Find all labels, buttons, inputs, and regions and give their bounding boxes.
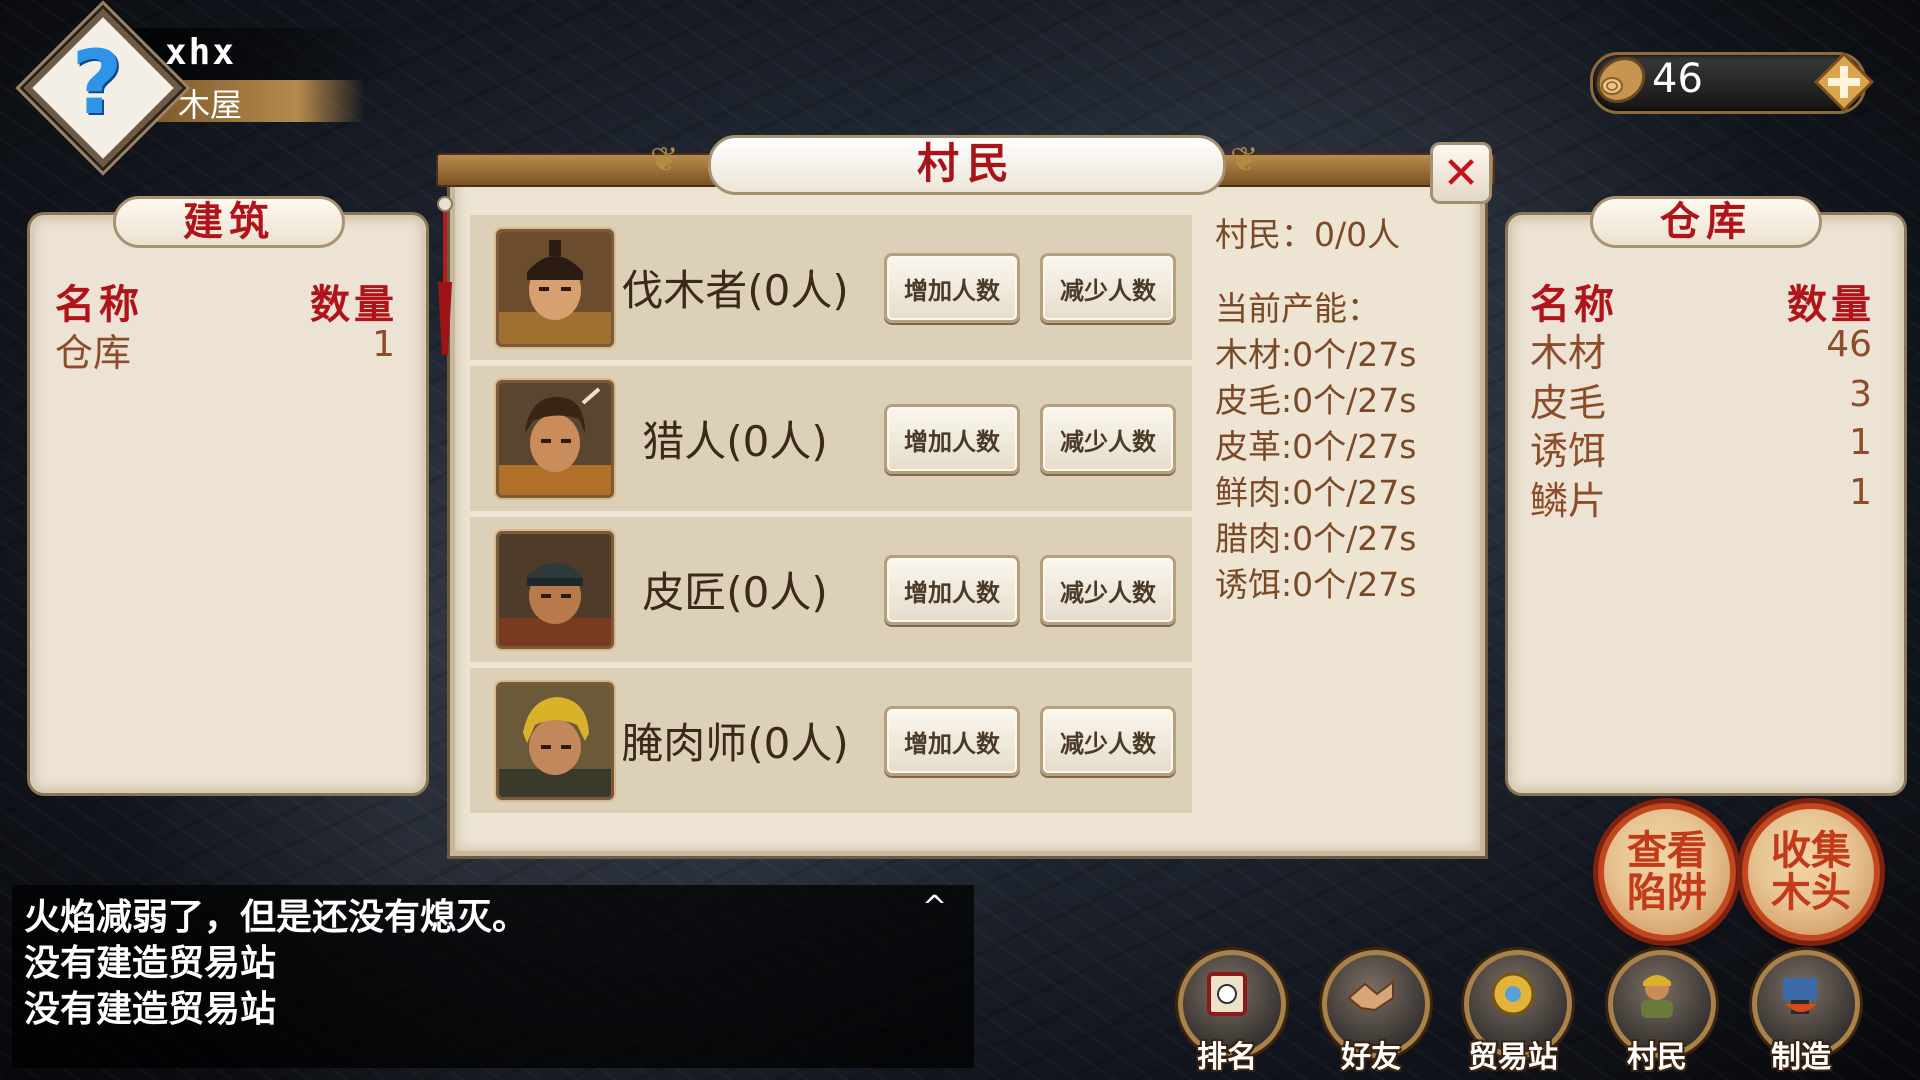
- villager-label: 猎人(0人): [642, 417, 828, 466]
- ranking-scroll-icon: [1178, 950, 1276, 1038]
- tassel-ornament: [436, 190, 454, 360]
- capacity-line: 诱饵:0个/27s: [1215, 565, 1417, 604]
- wood-count: 46: [1652, 56, 1703, 102]
- add-villager-button[interactable]: 增加人数: [884, 253, 1020, 323]
- title-swirl-left-icon: ❦: [650, 140, 679, 180]
- anvil-icon: [1752, 950, 1850, 1038]
- add-villager-button[interactable]: 增加人数: [884, 555, 1020, 625]
- butcher-portrait-icon: [496, 682, 614, 800]
- close-button[interactable]: ✕: [1430, 142, 1492, 204]
- dialog-title-plate: 村民: [708, 135, 1226, 195]
- remove-villager-button[interactable]: 减少人数: [1040, 555, 1176, 625]
- villager-summary: 村民：0/0人: [1215, 215, 1401, 254]
- storage-item-name: 皮毛: [1530, 381, 1607, 425]
- trade-coin-icon: [1464, 950, 1562, 1038]
- storage-item-qty: 1: [1849, 472, 1872, 513]
- production-info: 村民：0/0人 当前产能： 木材:0个/27s 皮毛:0个/27s 皮革:0个/…: [1215, 212, 1475, 608]
- player-name: xhx: [165, 32, 237, 73]
- storage-panel-title: 仓库: [1590, 196, 1822, 248]
- menu-villagers[interactable]: 村民: [1602, 950, 1716, 1075]
- storage-item-name: 鳞片: [1530, 479, 1607, 523]
- hunter-portrait-icon: [496, 380, 614, 498]
- villager-label: 腌肉师(0人): [621, 719, 849, 768]
- log-line: 没有建造贸易站: [24, 943, 277, 984]
- dialog-title: 村民: [916, 139, 1017, 188]
- log-line: 没有建造贸易站: [24, 989, 277, 1030]
- building-item-name: 仓库: [55, 331, 132, 375]
- remove-villager-button[interactable]: 减少人数: [1040, 253, 1176, 323]
- question-mark-icon: ?: [71, 30, 123, 134]
- collect-wood-button[interactable]: 收集 木头: [1742, 803, 1880, 941]
- storage-item-name: 诱饵: [1530, 429, 1607, 473]
- log-expand-toggle[interactable]: ^: [922, 890, 947, 925]
- storage-item-qty: 3: [1849, 374, 1872, 415]
- storage-item-name: 木材: [1530, 331, 1607, 375]
- plus-icon[interactable]: [1813, 51, 1875, 113]
- storage-item-qty: 1: [1849, 422, 1872, 463]
- storage-item-qty: 46: [1826, 324, 1872, 365]
- villager-label: 伐木者(0人): [621, 266, 849, 315]
- capacity-line: 腊肉:0个/27s: [1215, 519, 1417, 558]
- tanner-portrait-icon: [496, 531, 614, 649]
- capacity-line: 木材:0个/27s: [1215, 335, 1417, 374]
- menu-label: 排名: [1197, 1040, 1257, 1075]
- menu-trading-post[interactable]: 贸易站: [1458, 950, 1572, 1075]
- villager-icon: [1608, 950, 1706, 1038]
- current-building-label: 木屋: [178, 86, 243, 124]
- handshake-icon: [1322, 950, 1420, 1038]
- capacity-title: 当前产能：: [1215, 289, 1380, 328]
- message-log[interactable]: 火焰减弱了，但是还没有熄灭。 没有建造贸易站 没有建造贸易站: [12, 885, 974, 1068]
- villager-label: 皮匠(0人): [642, 568, 828, 617]
- log-line: 火焰减弱了，但是还没有熄灭。: [24, 897, 529, 938]
- menu-label: 贸易站: [1468, 1040, 1558, 1075]
- remove-villager-button[interactable]: 减少人数: [1040, 706, 1176, 776]
- capacity-line: 皮毛:0个/27s: [1215, 381, 1417, 420]
- menu-friends[interactable]: 好友: [1316, 950, 1430, 1075]
- avatar[interactable]: ?: [23, 8, 183, 168]
- add-villager-button[interactable]: 增加人数: [884, 404, 1020, 474]
- menu-crafting[interactable]: 制造: [1746, 950, 1860, 1075]
- wood-log-icon: [1592, 50, 1650, 108]
- villager-row: 猎人(0人) 增加人数 减少人数: [470, 366, 1192, 511]
- villager-row: 皮匠(0人) 增加人数 减少人数: [470, 517, 1192, 662]
- woodcutter-portrait-icon: [496, 229, 614, 347]
- menu-label: 村民: [1627, 1040, 1687, 1075]
- close-icon: ✕: [1442, 147, 1480, 199]
- storage-col-qty: 数量: [1787, 282, 1875, 328]
- remove-villager-button[interactable]: 减少人数: [1040, 404, 1176, 474]
- villager-row: 腌肉师(0人) 增加人数 减少人数: [470, 668, 1192, 813]
- villager-list: 伐木者(0人) 增加人数 减少人数 猎人(0人) 增加人数 减少人数 皮匠(0人…: [470, 215, 1192, 815]
- menu-label: 制造: [1771, 1040, 1831, 1075]
- menu-ranking[interactable]: 排名: [1172, 950, 1286, 1075]
- villager-row: 伐木者(0人) 增加人数 减少人数: [470, 215, 1192, 360]
- check-traps-button[interactable]: 查看 陷阱: [1598, 803, 1736, 941]
- capacity-line: 皮革:0个/27s: [1215, 427, 1417, 466]
- buildings-panel-title: 建筑: [113, 196, 345, 248]
- add-villager-button[interactable]: 增加人数: [884, 706, 1020, 776]
- menu-label: 好友: [1341, 1040, 1401, 1075]
- title-swirl-right-icon: ❦: [1230, 140, 1259, 180]
- buildings-col-qty: 数量: [310, 282, 398, 328]
- capacity-line: 鲜肉:0个/27s: [1215, 473, 1417, 512]
- building-item-qty: 1: [372, 324, 395, 365]
